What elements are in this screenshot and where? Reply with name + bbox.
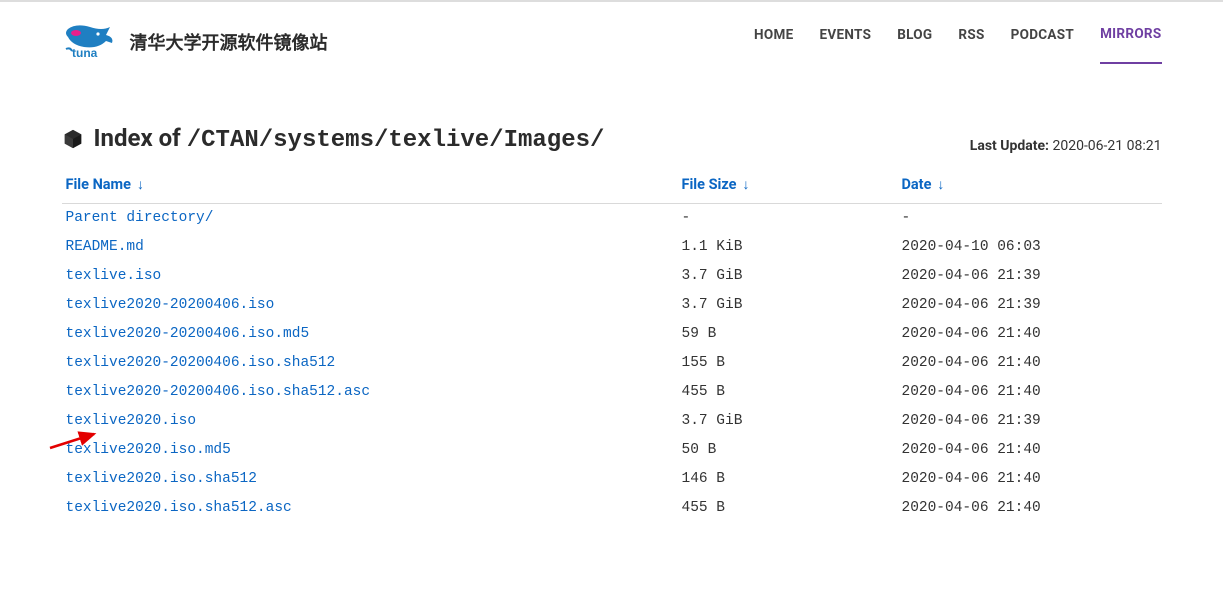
table-row: texlive2020.iso 3.7 GiB2020-04-06 21:39 — [62, 407, 1162, 436]
file-size: 1.1 KiB — [678, 233, 898, 262]
package-icon — [62, 128, 84, 150]
file-link[interactable]: texlive2020.iso.sha512 — [66, 471, 257, 487]
table-row: texlive2020.iso.sha512 146 B2020-04-06 21… — [62, 465, 1162, 494]
svg-text:tuna: tuna — [72, 46, 98, 60]
nav-podcast[interactable]: PODCAST — [1011, 21, 1074, 63]
file-date: 2020-04-06 21:40 — [898, 494, 1162, 523]
file-link[interactable]: Parent directory/ — [66, 210, 214, 226]
file-link[interactable]: texlive2020-20200406.iso.md5 — [66, 326, 310, 342]
col-header-filesize[interactable]: File Size↓ — [678, 166, 898, 204]
file-date: 2020-04-06 21:40 — [898, 320, 1162, 349]
nav-home[interactable]: HOME — [754, 21, 793, 63]
page-head: Index of /CTAN/systems/texlive/Images/ L… — [62, 124, 1162, 154]
file-link[interactable]: texlive2020-20200406.iso — [66, 297, 275, 313]
file-size: 455 B — [678, 494, 898, 523]
brand[interactable]: tuna 清华大学开源软件镜像站 — [62, 23, 328, 61]
file-link[interactable]: texlive2020.iso.sha512.asc — [66, 500, 292, 516]
table-row: Parent directory/ -- — [62, 204, 1162, 234]
file-size: - — [678, 204, 898, 234]
last-update-label: Last Update: — [970, 138, 1049, 154]
header: tuna 清华大学开源软件镜像站 HOME EVENTS BLOG RSS PO… — [62, 2, 1162, 74]
file-size: 59 B — [678, 320, 898, 349]
brand-title: 清华大学开源软件镜像站 — [130, 29, 328, 55]
col-header-date[interactable]: Date↓ — [898, 166, 1162, 204]
table-row: texlive2020.iso.sha512.asc 455 B2020-04-0… — [62, 494, 1162, 523]
index-path: /CTAN/systems/texlive/Images/ — [187, 127, 605, 154]
file-size: 155 B — [678, 349, 898, 378]
table-row: texlive2020.iso.md5 50 B2020-04-06 21:40 — [62, 436, 1162, 465]
index-title: Index of /CTAN/systems/texlive/Images/ — [62, 124, 605, 154]
sort-arrow-icon: ↓ — [937, 177, 944, 193]
sort-arrow-icon: ↓ — [137, 177, 144, 193]
nav-blog[interactable]: BLOG — [897, 21, 932, 63]
nav-events[interactable]: EVENTS — [819, 21, 871, 63]
sort-arrow-icon: ↓ — [742, 177, 749, 193]
col-header-filename[interactable]: File Name↓ — [62, 166, 678, 204]
file-date: 2020-04-06 21:39 — [898, 291, 1162, 320]
table-row: texlive2020-20200406.iso.sha512 155 B2020… — [62, 349, 1162, 378]
table-row: README.md 1.1 KiB2020-04-10 06:03 — [62, 233, 1162, 262]
file-date: 2020-04-06 21:40 — [898, 378, 1162, 407]
file-link[interactable]: texlive2020-20200406.iso.sha512 — [66, 355, 336, 371]
file-date: - — [898, 204, 1162, 234]
file-size: 455 B — [678, 378, 898, 407]
nav-mirrors[interactable]: MIRRORS — [1100, 20, 1161, 64]
file-size: 50 B — [678, 436, 898, 465]
file-size: 3.7 GiB — [678, 262, 898, 291]
tuna-logo-icon: tuna — [62, 23, 124, 61]
file-date: 2020-04-06 21:40 — [898, 465, 1162, 494]
file-date: 2020-04-06 21:40 — [898, 436, 1162, 465]
main-nav: HOME EVENTS BLOG RSS PODCAST MIRRORS — [754, 20, 1161, 64]
table-row: texlive.iso 3.7 GiB2020-04-06 21:39 — [62, 262, 1162, 291]
table-row: texlive2020-20200406.iso.md5 59 B2020-04-… — [62, 320, 1162, 349]
nav-rss[interactable]: RSS — [958, 21, 984, 63]
file-size: 146 B — [678, 465, 898, 494]
index-label: Index of — [94, 124, 181, 152]
file-size: 3.7 GiB — [678, 407, 898, 436]
file-size: 3.7 GiB — [678, 291, 898, 320]
file-link[interactable]: texlive2020.iso.md5 — [66, 442, 231, 458]
file-link[interactable]: README.md — [66, 239, 144, 255]
file-date: 2020-04-06 21:39 — [898, 407, 1162, 436]
file-date: 2020-04-06 21:40 — [898, 349, 1162, 378]
file-date: 2020-04-10 06:03 — [898, 233, 1162, 262]
file-link[interactable]: texlive2020-20200406.iso.sha512.asc — [66, 384, 371, 400]
file-link[interactable]: texlive.iso — [66, 268, 162, 284]
file-link[interactable]: texlive2020.iso — [66, 413, 197, 429]
last-update: Last Update: 2020-06-21 08:21 — [970, 138, 1162, 154]
file-listing-table: File Name↓ File Size↓ Date↓ Parent direc… — [62, 166, 1162, 523]
table-row: texlive2020-20200406.iso 3.7 GiB2020-04-0… — [62, 291, 1162, 320]
last-update-value: 2020-06-21 08:21 — [1052, 138, 1161, 154]
file-date: 2020-04-06 21:39 — [898, 262, 1162, 291]
table-row: texlive2020-20200406.iso.sha512.asc 455 B… — [62, 378, 1162, 407]
